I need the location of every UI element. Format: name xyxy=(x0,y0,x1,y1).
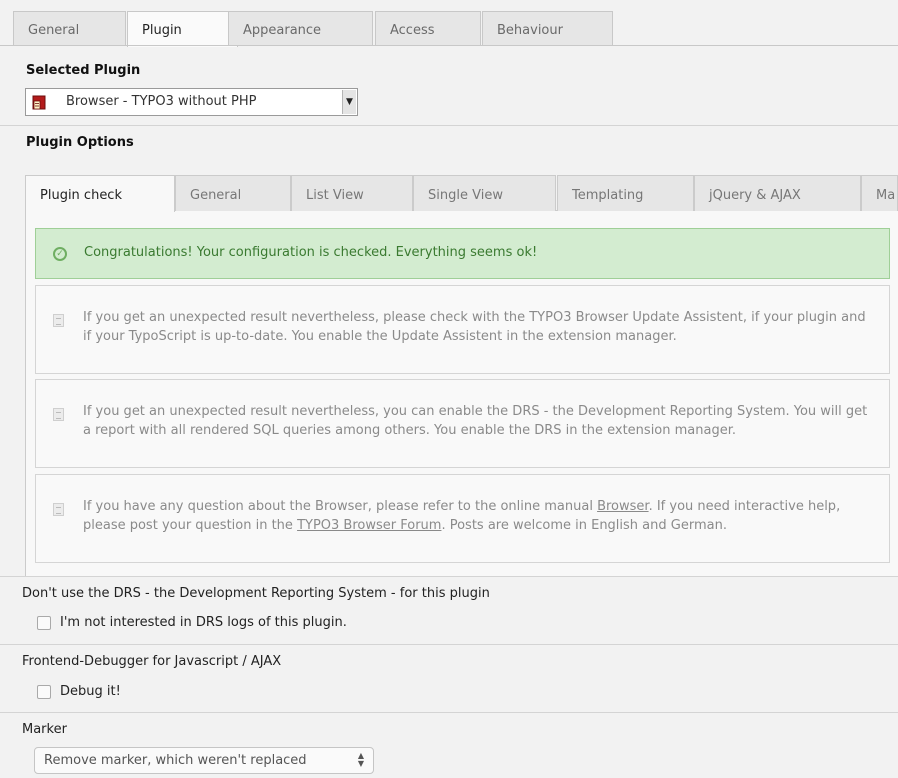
tab-jquery-ajax[interactable]: jQuery & AJAX xyxy=(694,175,861,211)
section-divider xyxy=(0,712,898,713)
info-message-help: If you have any question about the Brows… xyxy=(35,474,890,563)
debugger-label: Frontend-Debugger for Javascript / AJAX xyxy=(22,654,282,669)
section-divider xyxy=(0,644,898,645)
tab-options-general[interactable]: General xyxy=(175,175,291,211)
section-divider xyxy=(0,576,898,577)
tab-behaviour[interactable]: Behaviour xyxy=(482,11,613,45)
plugin-select-value: Browser - TYPO3 without PHP xyxy=(66,94,257,109)
selected-plugin-label: Selected Plugin xyxy=(26,63,141,78)
tab-plugin[interactable]: Plugin xyxy=(127,11,238,47)
tab-access[interactable]: Access xyxy=(375,11,481,45)
drs-label: Don't use the DRS - the Development Repo… xyxy=(22,586,490,601)
browser-manual-link[interactable]: Browser xyxy=(597,499,649,514)
updown-arrows-icon: ▲ ▼ xyxy=(357,751,364,768)
note-icon xyxy=(53,503,64,516)
info-text: If you get an unexpected result neverthe… xyxy=(83,404,868,438)
plugin-options-tab-bar: Plugin check General List View Single Vi… xyxy=(25,175,898,212)
debug-checkbox[interactable] xyxy=(37,685,51,699)
tab-plugin-check[interactable]: Plugin check xyxy=(25,175,175,212)
info-text-part: If you have any question about the Brows… xyxy=(83,499,598,514)
marker-select[interactable]: Remove marker, which weren't replaced ▲ ▼ xyxy=(34,747,374,774)
info-message-drs: If you get an unexpected result neverthe… xyxy=(35,379,890,468)
debug-checkbox-label[interactable]: Debug it! xyxy=(60,684,121,699)
plugin-select[interactable]: Browser - TYPO3 without PHP ▼ xyxy=(25,88,358,116)
browser-forum-link[interactable]: TYPO3 Browser Forum xyxy=(297,518,441,533)
chevron-down-icon[interactable]: ▼ xyxy=(342,90,356,114)
tab-list-view[interactable]: List View xyxy=(291,175,413,211)
note-icon xyxy=(53,314,64,327)
info-text: If you get an unexpected result neverthe… xyxy=(83,310,866,344)
tab-single-view[interactable]: Single View xyxy=(413,175,556,211)
marker-select-value: Remove marker, which weren't replaced xyxy=(44,753,307,768)
info-text: If you have any question about the Brows… xyxy=(83,497,875,535)
marker-label: Marker xyxy=(22,722,67,737)
tab-appearance[interactable]: Appearance xyxy=(228,11,373,45)
drs-checkbox[interactable] xyxy=(37,616,51,630)
plugin-brick-icon xyxy=(32,95,46,110)
info-text-part: . Posts are welcome in English and Germa… xyxy=(441,518,727,533)
tab-more[interactable]: Ma xyxy=(861,175,898,211)
top-tab-bar: General Plugin Appearance Access Behavio… xyxy=(13,11,893,47)
tab-templating[interactable]: Templating xyxy=(557,175,694,211)
success-message: ✓ Congratulations! Your configuration is… xyxy=(35,228,890,279)
check-circle-icon: ✓ xyxy=(53,247,67,261)
note-icon xyxy=(53,408,64,421)
tab-divider xyxy=(0,45,898,46)
drs-checkbox-label[interactable]: I'm not interested in DRS logs of this p… xyxy=(60,615,347,630)
tab-general[interactable]: General xyxy=(13,11,126,45)
info-message-update-assistent: If you get an unexpected result neverthe… xyxy=(35,285,890,374)
success-text: Congratulations! Your configuration is c… xyxy=(84,245,538,260)
section-divider xyxy=(0,125,898,126)
plugin-options-label: Plugin Options xyxy=(26,135,134,150)
